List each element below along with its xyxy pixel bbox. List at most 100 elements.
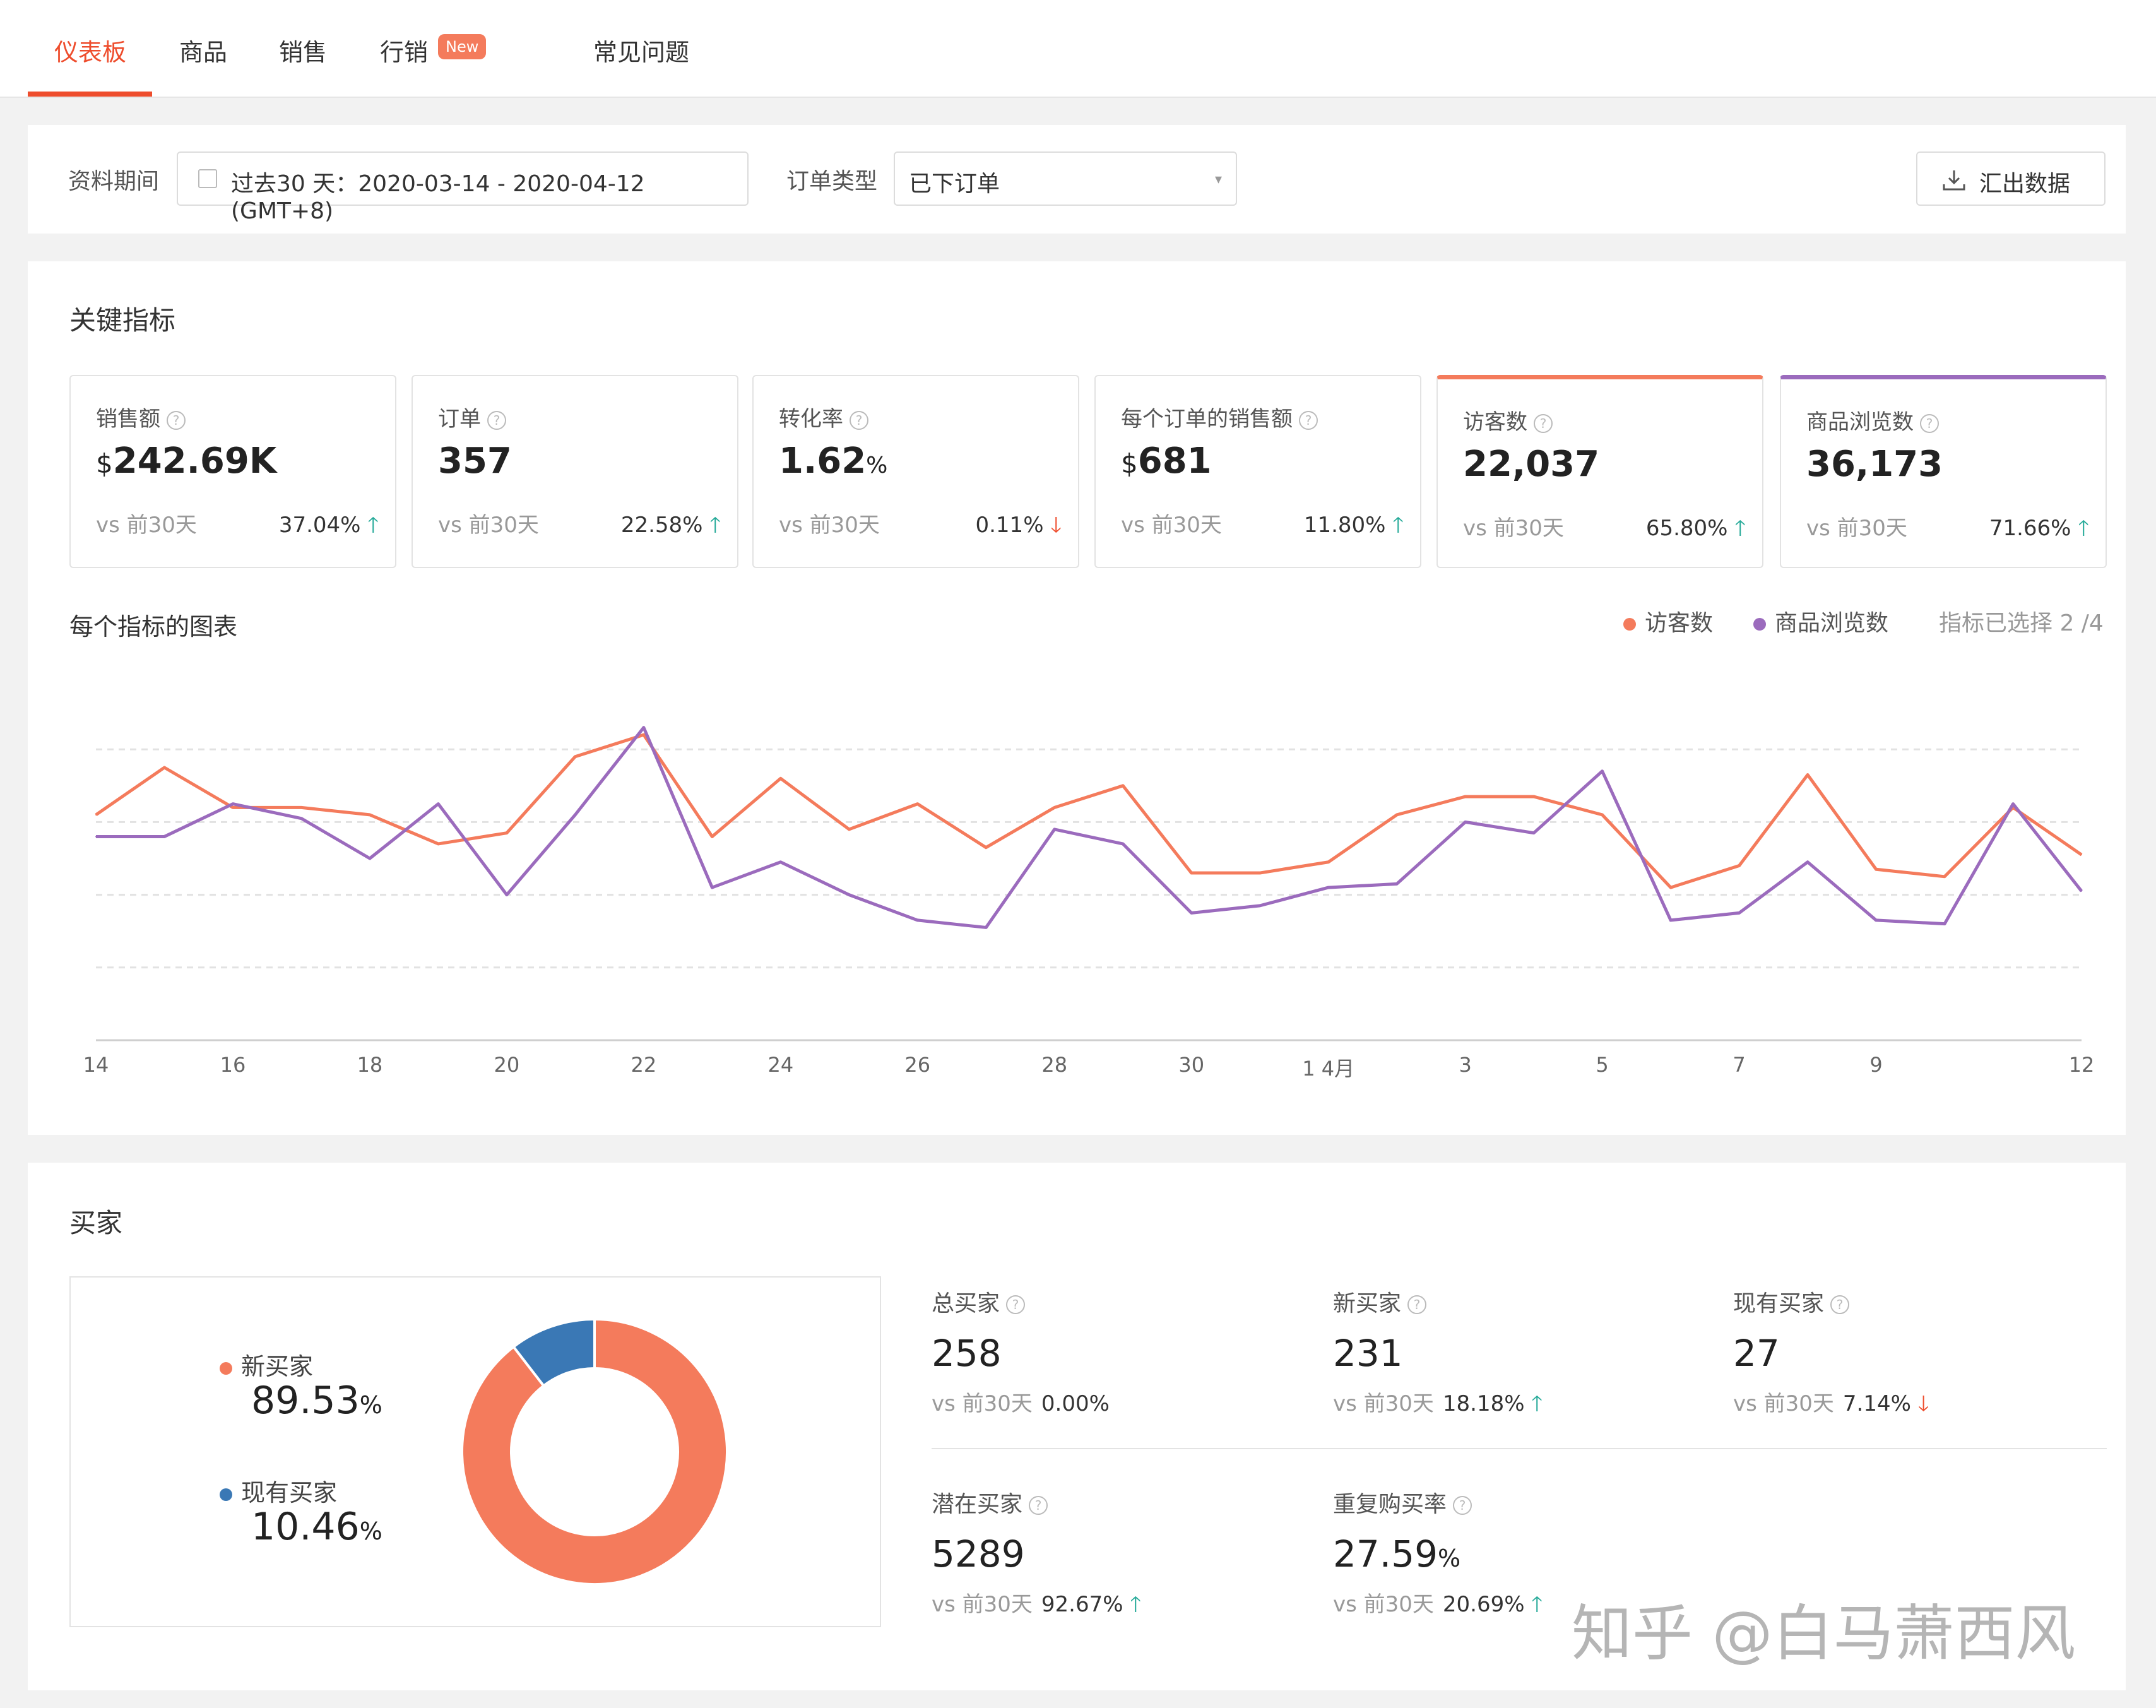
stat-potential-buyers: 潜在买家? 5289 vs 前30天 92.67% 🡑 xyxy=(932,1486,1141,1625)
data-point[interactable] xyxy=(506,894,507,896)
stat-value: 27.59 xyxy=(1333,1533,1438,1575)
pct-value: 10.46 xyxy=(251,1505,360,1549)
data-point[interactable] xyxy=(1738,865,1740,867)
data-point[interactable] xyxy=(95,836,97,838)
stat-unit: % xyxy=(1438,1545,1461,1572)
help-icon[interactable]: ? xyxy=(1453,1496,1472,1515)
stat-compare-label: vs 前30天 xyxy=(932,1391,1033,1416)
data-point[interactable] xyxy=(95,814,97,815)
x-tick-label: 9 xyxy=(1869,1053,1883,1077)
data-point[interactable] xyxy=(711,836,713,838)
data-point[interactable] xyxy=(985,927,987,928)
data-point[interactable] xyxy=(437,843,439,845)
buyer-split-box: 新买家 89.53% 现有买家 10.46% xyxy=(69,1276,881,1627)
data-point[interactable] xyxy=(1190,912,1192,914)
x-tick-label: 16 xyxy=(220,1053,246,1077)
help-icon[interactable]: ? xyxy=(1006,1295,1026,1314)
data-point[interactable] xyxy=(1670,887,1672,889)
stat-repeat-purchase-rate: 重复购买率? 27.59% vs 前30天 20.69% 🡑 xyxy=(1333,1486,1543,1625)
data-point[interactable] xyxy=(848,894,850,896)
data-point[interactable] xyxy=(574,814,576,815)
pct-unit: % xyxy=(359,1391,382,1419)
stat-total-buyers: 总买家? 258 vs 前30天 0.00% xyxy=(932,1285,1110,1417)
data-point[interactable] xyxy=(2012,803,2014,805)
stat-new-buyers: 新买家? 231 vs 前30天 18.18% 🡑 xyxy=(1333,1285,1543,1425)
pct-unit: % xyxy=(359,1517,382,1545)
data-point[interactable] xyxy=(163,836,165,838)
data-point[interactable] xyxy=(574,756,576,757)
data-point[interactable] xyxy=(369,814,370,815)
help-icon[interactable]: ? xyxy=(1029,1496,1048,1515)
data-point[interactable] xyxy=(1464,821,1466,823)
pct-value: 89.53 xyxy=(251,1379,360,1423)
data-point[interactable] xyxy=(232,807,234,809)
arrow-up-icon: 🡑 xyxy=(1531,1592,1543,1617)
x-tick-label: 20 xyxy=(494,1053,520,1077)
stat-title: 总买家 xyxy=(932,1291,1000,1317)
data-point[interactable] xyxy=(916,803,918,805)
data-point[interactable] xyxy=(1738,912,1740,914)
stat-title: 现有买家 xyxy=(1733,1291,1825,1317)
data-point[interactable] xyxy=(1190,872,1192,874)
data-point[interactable] xyxy=(1327,861,1329,863)
stat-change: 0.00% xyxy=(1041,1391,1110,1416)
help-icon[interactable]: ? xyxy=(1407,1295,1427,1314)
new-buyers-pct: 89.53% xyxy=(251,1379,382,1423)
data-point[interactable] xyxy=(1053,807,1055,809)
buyers-donut-chart xyxy=(461,1317,728,1586)
data-point[interactable] xyxy=(985,846,987,848)
data-point[interactable] xyxy=(506,832,507,834)
data-point[interactable] xyxy=(1122,843,1124,845)
stat-compare-label: vs 前30天 xyxy=(932,1592,1033,1617)
x-tick-label: 18 xyxy=(357,1053,383,1077)
data-point[interactable] xyxy=(300,807,302,809)
data-point[interactable] xyxy=(643,726,644,728)
data-point[interactable] xyxy=(1807,774,1809,776)
data-point[interactable] xyxy=(1875,869,1877,870)
x-tick-label: 28 xyxy=(1041,1053,1068,1077)
data-point[interactable] xyxy=(437,803,439,805)
data-point[interactable] xyxy=(232,803,234,805)
data-point[interactable] xyxy=(300,817,302,819)
data-point[interactable] xyxy=(369,858,370,859)
data-point[interactable] xyxy=(1053,828,1055,830)
data-point[interactable] xyxy=(1327,887,1329,889)
data-point[interactable] xyxy=(1944,923,1946,925)
x-tick-label: 22 xyxy=(631,1053,657,1077)
data-point[interactable] xyxy=(1807,861,1809,863)
data-point[interactable] xyxy=(1670,919,1672,921)
legend-label: 现有买家 xyxy=(241,1479,338,1507)
data-point[interactable] xyxy=(2081,854,2082,856)
data-point[interactable] xyxy=(163,767,165,768)
stat-value: 5289 xyxy=(932,1533,1025,1575)
data-point[interactable] xyxy=(1464,796,1466,798)
data-point[interactable] xyxy=(643,734,644,736)
data-point[interactable] xyxy=(1122,785,1124,786)
data-point[interactable] xyxy=(1533,832,1535,834)
data-point[interactable] xyxy=(1875,919,1877,921)
data-point[interactable] xyxy=(1259,904,1261,906)
data-point[interactable] xyxy=(2081,890,2082,892)
data-point[interactable] xyxy=(1601,770,1603,772)
data-point[interactable] xyxy=(779,861,781,863)
data-point[interactable] xyxy=(711,887,713,889)
data-point[interactable] xyxy=(916,919,918,921)
data-point[interactable] xyxy=(1533,796,1535,798)
legend-existing-buyers: 现有买家 xyxy=(220,1473,337,1508)
data-point[interactable] xyxy=(779,778,781,780)
data-point[interactable] xyxy=(1259,872,1261,874)
data-point[interactable] xyxy=(1396,883,1398,885)
data-point[interactable] xyxy=(1601,814,1603,815)
metric-line-chart xyxy=(95,726,2083,1041)
arrow-down-icon: 🡓 xyxy=(1917,1391,1929,1416)
help-icon[interactable]: ? xyxy=(1830,1295,1850,1314)
stat-title: 潜在买家 xyxy=(932,1492,1023,1517)
data-point[interactable] xyxy=(1944,875,1946,877)
arrow-up-icon: 🡑 xyxy=(1130,1592,1142,1617)
x-tick-label: 12 xyxy=(2068,1053,2095,1077)
data-point[interactable] xyxy=(1396,814,1398,815)
arrow-up-icon: 🡑 xyxy=(1531,1391,1543,1416)
data-point[interactable] xyxy=(848,828,850,830)
stat-change: 7.14% xyxy=(1842,1391,1911,1416)
x-tick-label: 30 xyxy=(1178,1053,1205,1077)
